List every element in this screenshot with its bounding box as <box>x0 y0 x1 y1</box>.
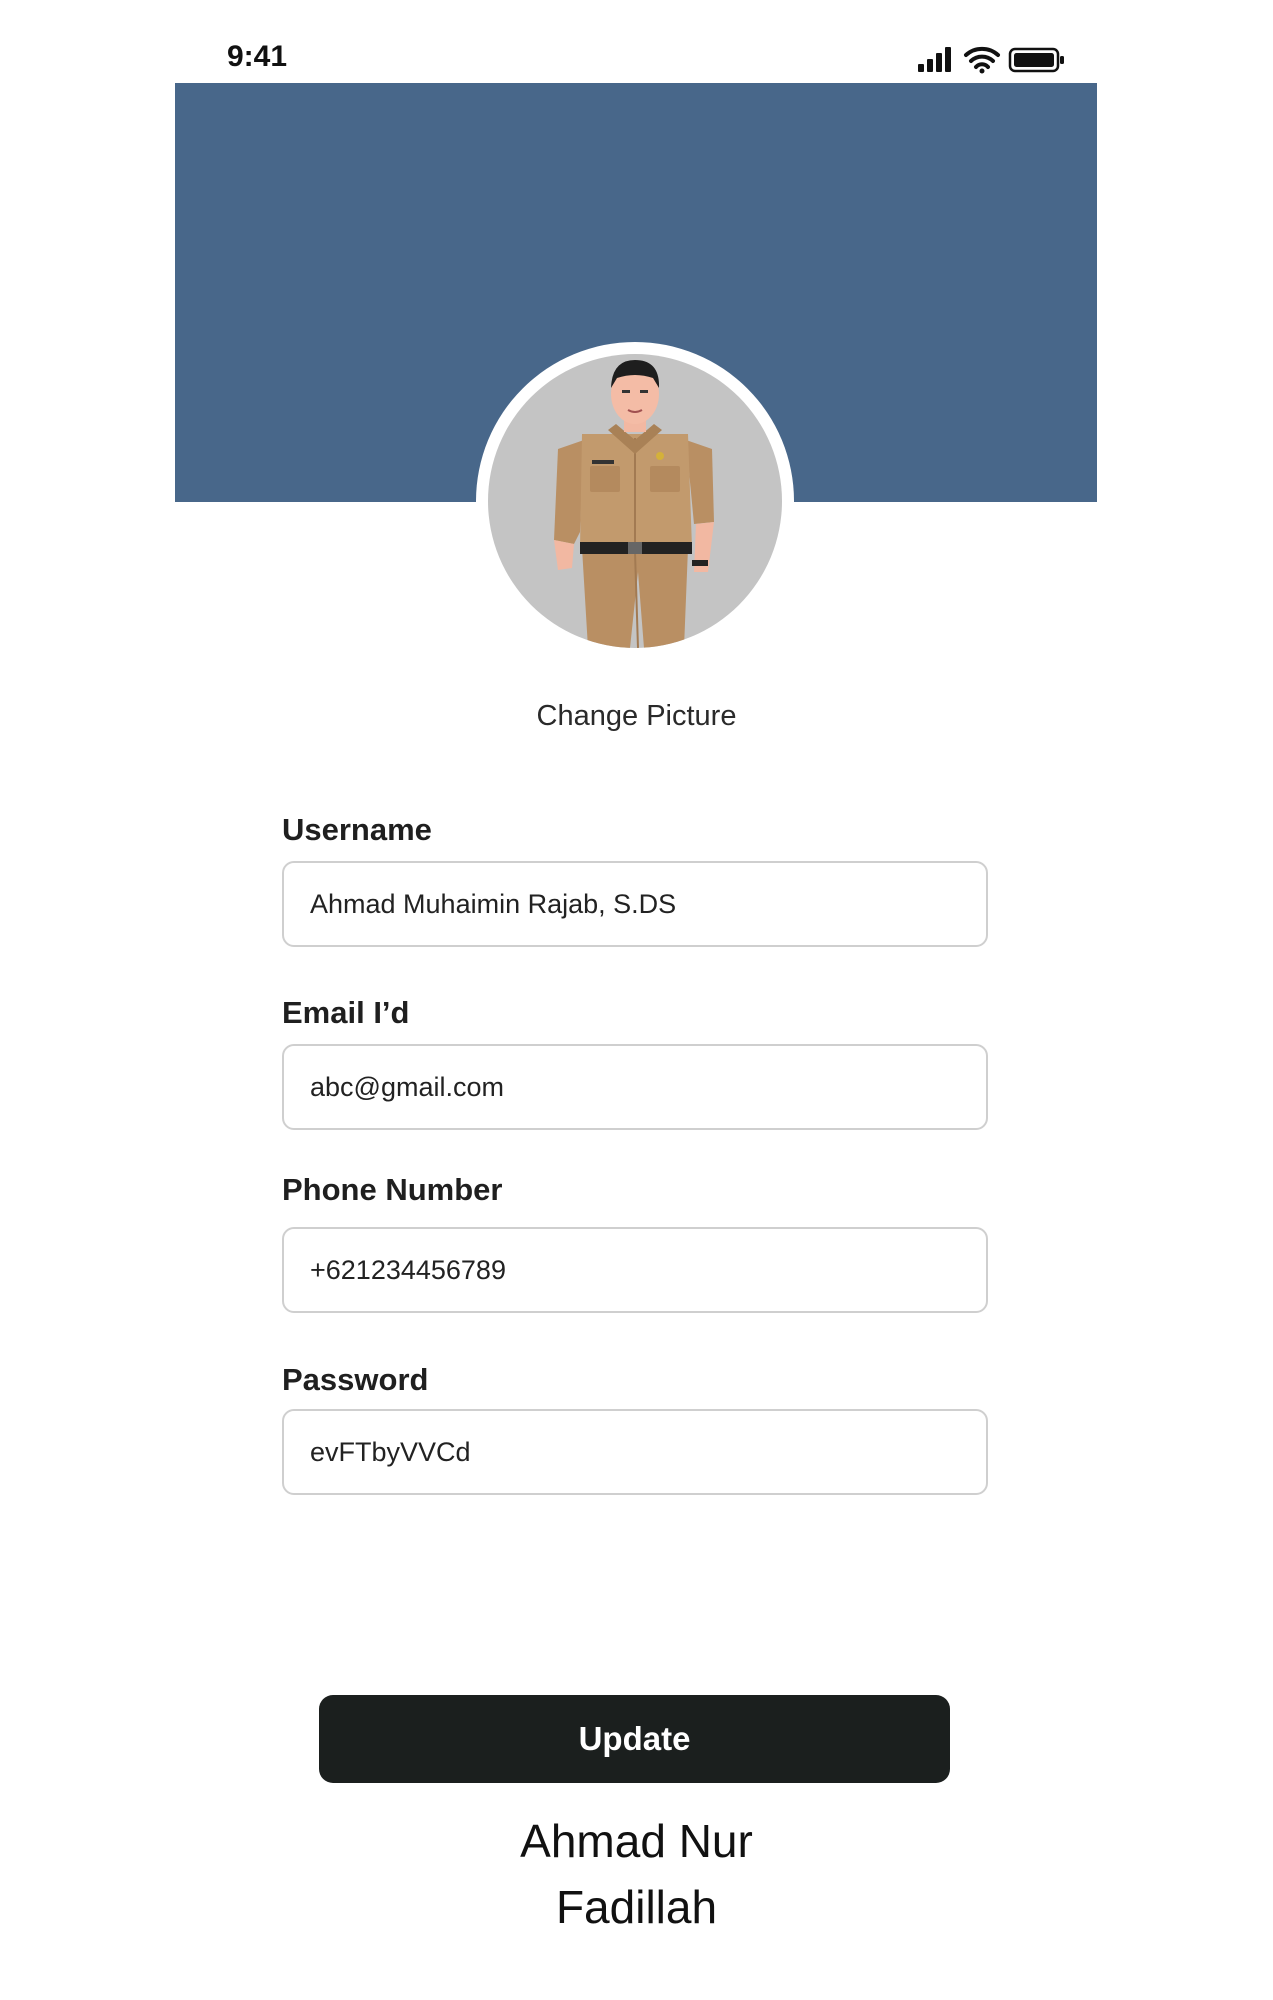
battery-icon <box>1008 47 1064 73</box>
username-label: Username <box>282 812 432 847</box>
email-input[interactable] <box>282 1044 988 1130</box>
status-time: 9:41 <box>227 40 288 73</box>
author-name-line2: Fadillah <box>555 1881 718 1933</box>
avatar-person-icon <box>554 360 714 648</box>
author-name-line1: Ahmad Nur <box>520 1815 753 1867</box>
email-label: Email I’d <box>282 995 410 1030</box>
wifi-icon <box>964 46 1000 69</box>
status-icons <box>918 46 1064 74</box>
signal-icon <box>918 47 951 72</box>
author-name: Ahmad Nur Fadillah <box>0 1808 1273 1940</box>
username-input[interactable] <box>282 861 988 947</box>
password-label: Password <box>282 1362 429 1397</box>
phone-label: Phone Number <box>282 1172 503 1207</box>
update-button[interactable]: Update <box>319 1695 950 1783</box>
change-picture-link[interactable]: Change Picture <box>0 700 1273 733</box>
avatar[interactable] <box>488 354 782 648</box>
phone-input[interactable] <box>282 1227 988 1313</box>
password-input[interactable] <box>282 1409 988 1495</box>
